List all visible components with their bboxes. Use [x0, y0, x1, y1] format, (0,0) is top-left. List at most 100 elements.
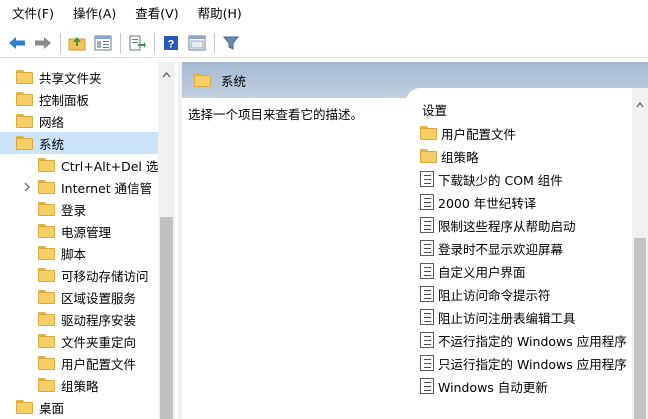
list-item-label: 用户配置文件 — [441, 126, 517, 142]
tree-scrollbar-thumb[interactable] — [160, 217, 173, 419]
folder-icon — [38, 290, 55, 304]
properties-icon[interactable] — [186, 32, 208, 54]
scroll-up-arrow-icon[interactable] — [636, 102, 644, 108]
tree-item-logon[interactable]: 登录 — [0, 198, 158, 220]
list-item[interactable]: 阻止访问命令提示符 — [420, 283, 632, 305]
tree-item-ctrl-alt-del[interactable]: Ctrl+Alt+Del 选 — [0, 154, 158, 176]
tree-item-folder-redirection[interactable]: 文件夹重定向 — [0, 330, 158, 352]
tree-item-label: 组策略 — [61, 378, 99, 394]
scroll-up-arrow-icon[interactable] — [162, 72, 171, 78]
policy-setting-icon — [420, 194, 434, 210]
expand-chevron-icon[interactable] — [22, 181, 32, 193]
forward-arrow-icon[interactable] — [32, 32, 54, 54]
tree-item-label: 系统 — [39, 136, 65, 152]
tree-item-label: 脚本 — [61, 246, 87, 262]
toolbar: ? — [0, 28, 648, 58]
tree-item-label: 登录 — [61, 202, 87, 218]
list-item-label: 2000 年世纪转译 — [438, 195, 537, 211]
tree-item-label: 用户配置文件 — [61, 356, 137, 372]
tree-item-label: 共享文件夹 — [39, 70, 102, 86]
tree-item-group-policy[interactable]: 组策略 — [0, 374, 158, 396]
tree-item-label: 网络 — [39, 114, 65, 130]
toolbar-separator — [214, 32, 215, 53]
filter-icon[interactable] — [220, 32, 242, 54]
list-item[interactable]: 登录时不显示欢迎屏幕 — [420, 237, 632, 259]
list-item[interactable]: 组策略 — [420, 145, 632, 167]
list-item[interactable]: 只运行指定的 Windows 应用程序 — [420, 352, 632, 374]
folder-icon — [16, 400, 33, 414]
tree-item-removable-storage[interactable]: 可移动存储访问 — [0, 264, 158, 286]
settings-list-scrollbar-thumb[interactable] — [634, 238, 646, 419]
svg-text:?: ? — [168, 38, 175, 50]
tree-item-system[interactable]: 系统 — [0, 132, 158, 154]
list-item[interactable]: 用户配置文件 — [420, 122, 632, 144]
tree-item-label: 区域设置服务 — [61, 290, 137, 306]
folder-icon — [194, 73, 211, 87]
description-pane: 选择一个项目来查看它的描述。 — [182, 98, 406, 419]
tree-item-internet-communication[interactable]: Internet 通信管 — [0, 176, 158, 198]
policy-setting-icon — [420, 378, 434, 394]
policy-setting-icon — [420, 240, 434, 256]
folder-icon — [420, 126, 437, 140]
tree-item-label: 驱动程序安装 — [61, 312, 137, 328]
tree-item-driver-installation[interactable]: 驱动程序安装 — [0, 308, 158, 330]
list-item-label: 组策略 — [441, 149, 479, 165]
list-item[interactable]: 自定义用户界面 — [420, 260, 632, 282]
show-hide-tree-icon[interactable] — [92, 32, 114, 54]
folder-icon — [16, 70, 33, 84]
list-item[interactable]: 阻止访问注册表编辑工具 — [420, 306, 632, 328]
tree-scrollbar[interactable] — [158, 62, 175, 419]
folder-icon — [16, 114, 33, 128]
tree-item-label: Internet 通信管 — [61, 180, 153, 196]
menu-view[interactable]: 查看(V) — [135, 0, 178, 28]
list-item-label: 登录时不显示欢迎屏幕 — [438, 241, 564, 257]
list-item-label: 限制这些程序从帮助启动 — [438, 218, 576, 234]
toolbar-separator — [60, 32, 61, 53]
column-header-settings[interactable]: 设置 — [422, 100, 447, 119]
tree-item-desktop[interactable]: 桌面 — [0, 396, 158, 418]
tree-pane: 共享文件夹 控制面板 网络 系统 Ctrl+Alt+Del 选 Internet… — [0, 62, 175, 419]
settings-list: 设置 用户配置文件 组策略 下载缺少的 COM 组件 2000 年世纪转译 限制… — [406, 88, 632, 419]
list-item-label: 不运行指定的 Windows 应用程序 — [438, 333, 627, 349]
folder-icon — [16, 92, 33, 106]
folder-icon — [38, 356, 55, 370]
list-item[interactable]: 下载缺少的 COM 组件 — [420, 168, 632, 190]
tree-item-control-panel[interactable]: 控制面板 — [0, 88, 158, 110]
tree-item-label: 桌面 — [39, 400, 65, 416]
tree-item-network[interactable]: 网络 — [0, 110, 158, 132]
help-icon[interactable]: ? — [160, 32, 182, 54]
settings-list-scrollbar[interactable] — [632, 88, 648, 419]
list-item-label: 下载缺少的 COM 组件 — [438, 172, 563, 188]
menu-action[interactable]: 操作(A) — [73, 0, 116, 28]
list-item[interactable]: Windows 自动更新 — [420, 375, 632, 397]
tree-item-label: Ctrl+Alt+Del 选 — [61, 158, 158, 174]
folder-icon — [38, 334, 55, 348]
right-pane-title: 系统 — [221, 73, 247, 89]
toolbar-separator — [154, 32, 155, 53]
policy-setting-icon — [420, 332, 434, 348]
folder-up-icon[interactable] — [66, 32, 88, 54]
list-item[interactable]: 不运行指定的 Windows 应用程序 — [420, 329, 632, 351]
toolbar-separator — [120, 32, 121, 53]
folder-icon — [420, 149, 437, 163]
policy-setting-icon — [420, 355, 434, 371]
tree-item-shared-folders[interactable]: 共享文件夹 — [0, 66, 158, 88]
folder-icon — [38, 158, 55, 172]
tree-item-label: 文件夹重定向 — [61, 334, 137, 350]
list-item[interactable]: 2000 年世纪转译 — [420, 191, 632, 213]
folder-icon — [38, 312, 55, 326]
list-item-label: 阻止访问注册表编辑工具 — [438, 310, 576, 326]
menu-help[interactable]: 帮助(H) — [198, 0, 242, 28]
tree-item-scripts[interactable]: 脚本 — [0, 242, 158, 264]
list-item[interactable]: 限制这些程序从帮助启动 — [420, 214, 632, 236]
tree-item-user-profiles[interactable]: 用户配置文件 — [0, 352, 158, 374]
folder-icon — [38, 202, 55, 216]
tree-item-power-management[interactable]: 电源管理 — [0, 220, 158, 242]
description-text: 选择一个项目来查看它的描述。 — [188, 107, 364, 122]
tree-item-locale-services[interactable]: 区域设置服务 — [0, 286, 158, 308]
menu-file[interactable]: 文件(F) — [12, 0, 54, 28]
list-item-label: Windows 自动更新 — [438, 379, 548, 395]
back-arrow-icon[interactable] — [6, 32, 28, 54]
export-list-icon[interactable] — [126, 32, 148, 54]
policy-setting-icon — [420, 263, 434, 279]
